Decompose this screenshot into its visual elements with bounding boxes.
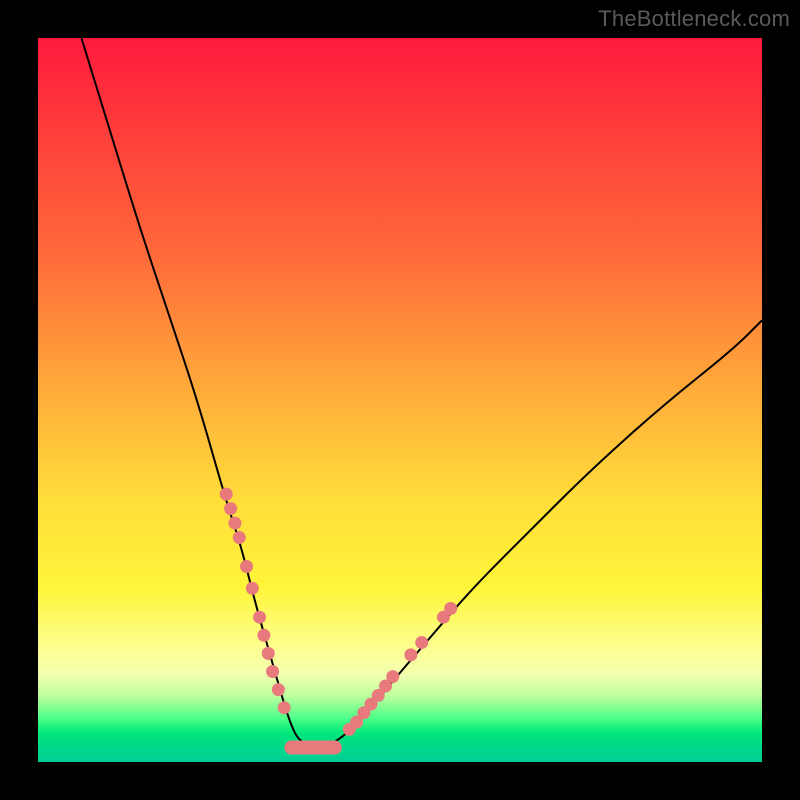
highlight-dot: [386, 670, 399, 683]
curve-svg: [38, 38, 762, 762]
highlight-dot: [253, 611, 266, 624]
highlight-dot: [257, 629, 270, 642]
highlight-dot: [220, 488, 233, 501]
highlight-dot: [444, 602, 457, 615]
highlight-dot: [262, 647, 275, 660]
watermark-text: TheBottleneck.com: [598, 6, 790, 32]
highlight-dot: [228, 517, 241, 530]
right-highlight-dots: [343, 602, 457, 736]
highlight-dot: [224, 502, 237, 515]
highlight-dot: [415, 636, 428, 649]
highlight-dot: [278, 701, 291, 714]
plot-area: [38, 38, 762, 762]
chart-frame: TheBottleneck.com: [0, 0, 800, 800]
highlight-dot: [404, 648, 417, 661]
highlight-dot: [240, 560, 253, 573]
highlight-dot: [233, 531, 246, 544]
highlight-dot: [266, 665, 279, 678]
highlight-dot: [272, 683, 285, 696]
highlight-dot: [246, 582, 259, 595]
